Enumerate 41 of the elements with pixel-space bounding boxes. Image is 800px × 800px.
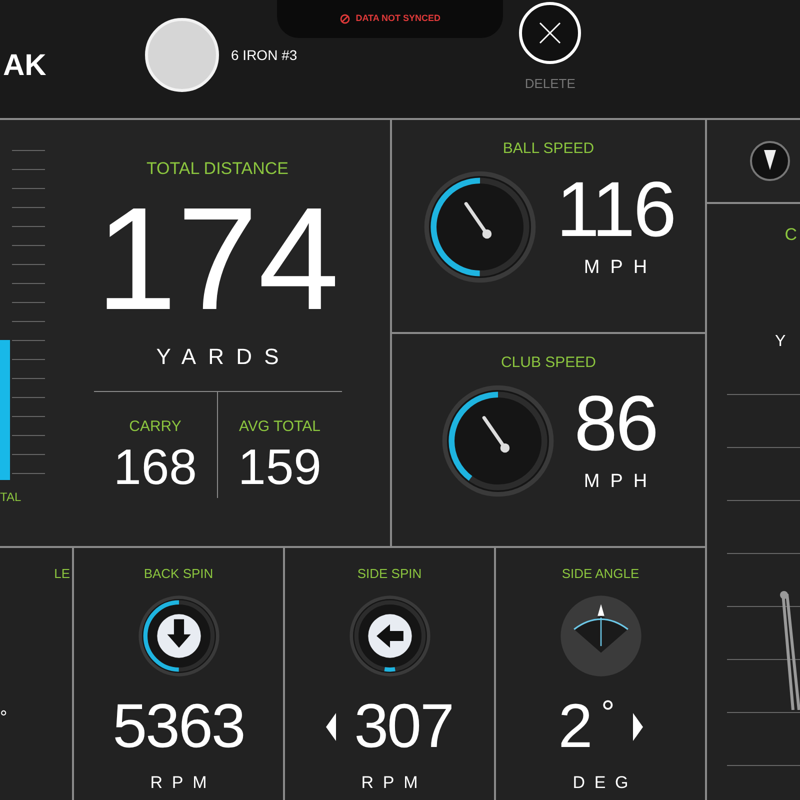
speed-value: 116	[556, 170, 675, 248]
metric-value: 2	[558, 696, 592, 758]
unit-label: MPH	[584, 470, 658, 494]
unit-label: RPM	[150, 772, 216, 794]
unit-label: DEG	[572, 772, 638, 794]
panel-title: CLUB SPEED	[500, 353, 596, 373]
sync-status: DATA NOT SYNCED	[356, 12, 441, 26]
panel-title: LE	[54, 565, 70, 583]
needle-icon	[482, 416, 510, 452]
unit-label: YARDS	[156, 342, 291, 370]
unit-label: MPH	[584, 256, 658, 280]
blocked-icon	[340, 14, 350, 24]
close-icon	[539, 22, 562, 44]
stat-value: 168	[114, 442, 197, 492]
stat-label: AVG TOTAL	[239, 416, 320, 436]
panel-title: SIDE ANGLE	[562, 565, 640, 583]
panel-title: BACK SPIN	[144, 565, 214, 583]
needle-icon	[464, 202, 492, 238]
panel-title: BALL SPEED	[502, 139, 594, 159]
logo-text: AK	[3, 48, 46, 84]
panel-title: SIDE SPIN	[357, 565, 422, 583]
stat-value: 159	[238, 442, 322, 492]
panel-title: C	[784, 224, 797, 246]
metric-value: °	[0, 706, 8, 728]
delete-label: DELETE	[524, 75, 576, 93]
golf-ball-icon	[156, 614, 200, 658]
metric-value: 5363	[112, 696, 244, 758]
speed-value: 86	[574, 384, 657, 462]
golf-ball-icon	[368, 614, 412, 658]
degree-symbol: °	[601, 696, 615, 730]
club-name: 6 IRON #3	[231, 46, 298, 64]
unit-label: RPM	[361, 772, 428, 794]
right-pointer-icon	[632, 712, 643, 740]
metric-value: 307	[354, 696, 453, 758]
left-pointer-icon	[326, 712, 336, 740]
unit-label: Y	[775, 332, 786, 352]
stat-label: CARRY	[129, 416, 182, 436]
chart-label: TAL	[0, 489, 22, 506]
pointer-down-icon	[749, 140, 791, 182]
panel-title: TOTAL DISTANCE	[146, 158, 288, 180]
total-distance-value: 174	[94, 186, 340, 332]
